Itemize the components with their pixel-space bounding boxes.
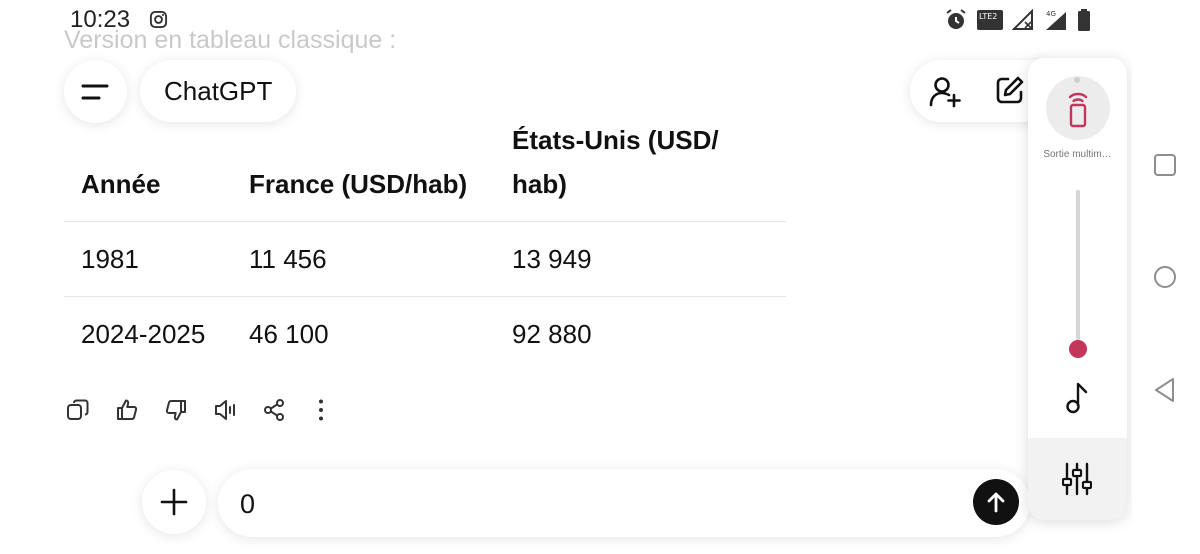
table-cell: 2024-2025 — [81, 319, 206, 349]
volume-slider-track[interactable] — [1076, 190, 1080, 350]
status-icons: LTE2 4G — [944, 8, 1092, 32]
table-header-cell: Année — [81, 169, 161, 199]
read-aloud-icon — [215, 400, 235, 420]
share-icon — [264, 399, 284, 421]
battery-icon — [1078, 9, 1090, 31]
table-row: 2024-2025 46 100 92 880 — [64, 297, 786, 372]
faded-message-text: Version en tableau classique : — [64, 26, 397, 54]
message-input-value: 0 — [240, 489, 256, 519]
more-icon — [319, 399, 323, 421]
home-button[interactable] — [1154, 266, 1176, 288]
thumbs-up-icon — [117, 399, 138, 420]
volume-slider-thumb[interactable] — [1069, 340, 1087, 358]
plus-icon — [160, 488, 188, 516]
table-row: 1981 11 456 13 949 — [64, 222, 786, 297]
message-input[interactable]: 0 — [218, 469, 1030, 537]
copy-button[interactable] — [66, 398, 115, 422]
signal-4g-icon: 4G — [1046, 10, 1066, 30]
table-header-row: Année France (USD/hab) États-Unis (USD/ … — [64, 110, 786, 222]
system-navigation-bar — [1132, 0, 1200, 554]
alarm-icon — [946, 9, 966, 29]
music-note-icon[interactable] — [1064, 380, 1092, 414]
volte-icon: LTE2 — [977, 10, 1003, 30]
svg-text:4G: 4G — [1046, 10, 1056, 18]
read-aloud-button[interactable] — [213, 398, 262, 422]
table-cell: 11 456 — [249, 244, 327, 274]
panel-handle — [1074, 77, 1080, 83]
table-cell: 92 880 — [512, 319, 592, 349]
chatgpt-screen: 10:23 LTE2 4G Version en tableau classiq… — [0, 0, 1132, 554]
data-table: Année France (USD/hab) États-Unis (USD/ … — [64, 110, 786, 372]
thumbs-down-icon — [165, 400, 186, 421]
table-cell: 1981 — [81, 244, 139, 274]
send-button[interactable] — [973, 479, 1019, 525]
table-cell: 46 100 — [249, 319, 329, 349]
back-button[interactable] — [1153, 377, 1177, 403]
equalizer-icon[interactable] — [1062, 462, 1092, 496]
svg-text:LTE2: LTE2 — [979, 12, 997, 21]
share-button[interactable] — [262, 398, 311, 422]
table-cell: 13 949 — [512, 244, 592, 274]
more-options-button[interactable] — [311, 398, 360, 422]
table-header-cell: France (USD/hab) — [249, 169, 468, 199]
menu-icon — [81, 84, 108, 99]
table-header-cell: États-Unis (USD/ hab) — [512, 125, 719, 199]
good-response-button[interactable] — [115, 398, 164, 422]
message-actions — [66, 398, 360, 422]
speaker-cast-icon — [1068, 92, 1088, 128]
bad-response-button[interactable] — [164, 398, 213, 422]
recent-apps-button[interactable] — [1154, 154, 1176, 176]
new-chat-icon[interactable] — [994, 74, 1026, 106]
copy-icon — [67, 399, 89, 420]
app-title: ChatGPT — [164, 75, 273, 106]
no-signal-icon — [1012, 9, 1033, 30]
arrow-up-icon — [987, 492, 1005, 513]
media-output-button[interactable] — [1046, 76, 1110, 140]
attach-button[interactable] — [142, 470, 206, 534]
volume-panel: Sortie multim… — [1028, 58, 1127, 520]
add-user-icon[interactable] — [928, 74, 962, 108]
media-output-label: Sortie multim… — [1043, 149, 1112, 160]
